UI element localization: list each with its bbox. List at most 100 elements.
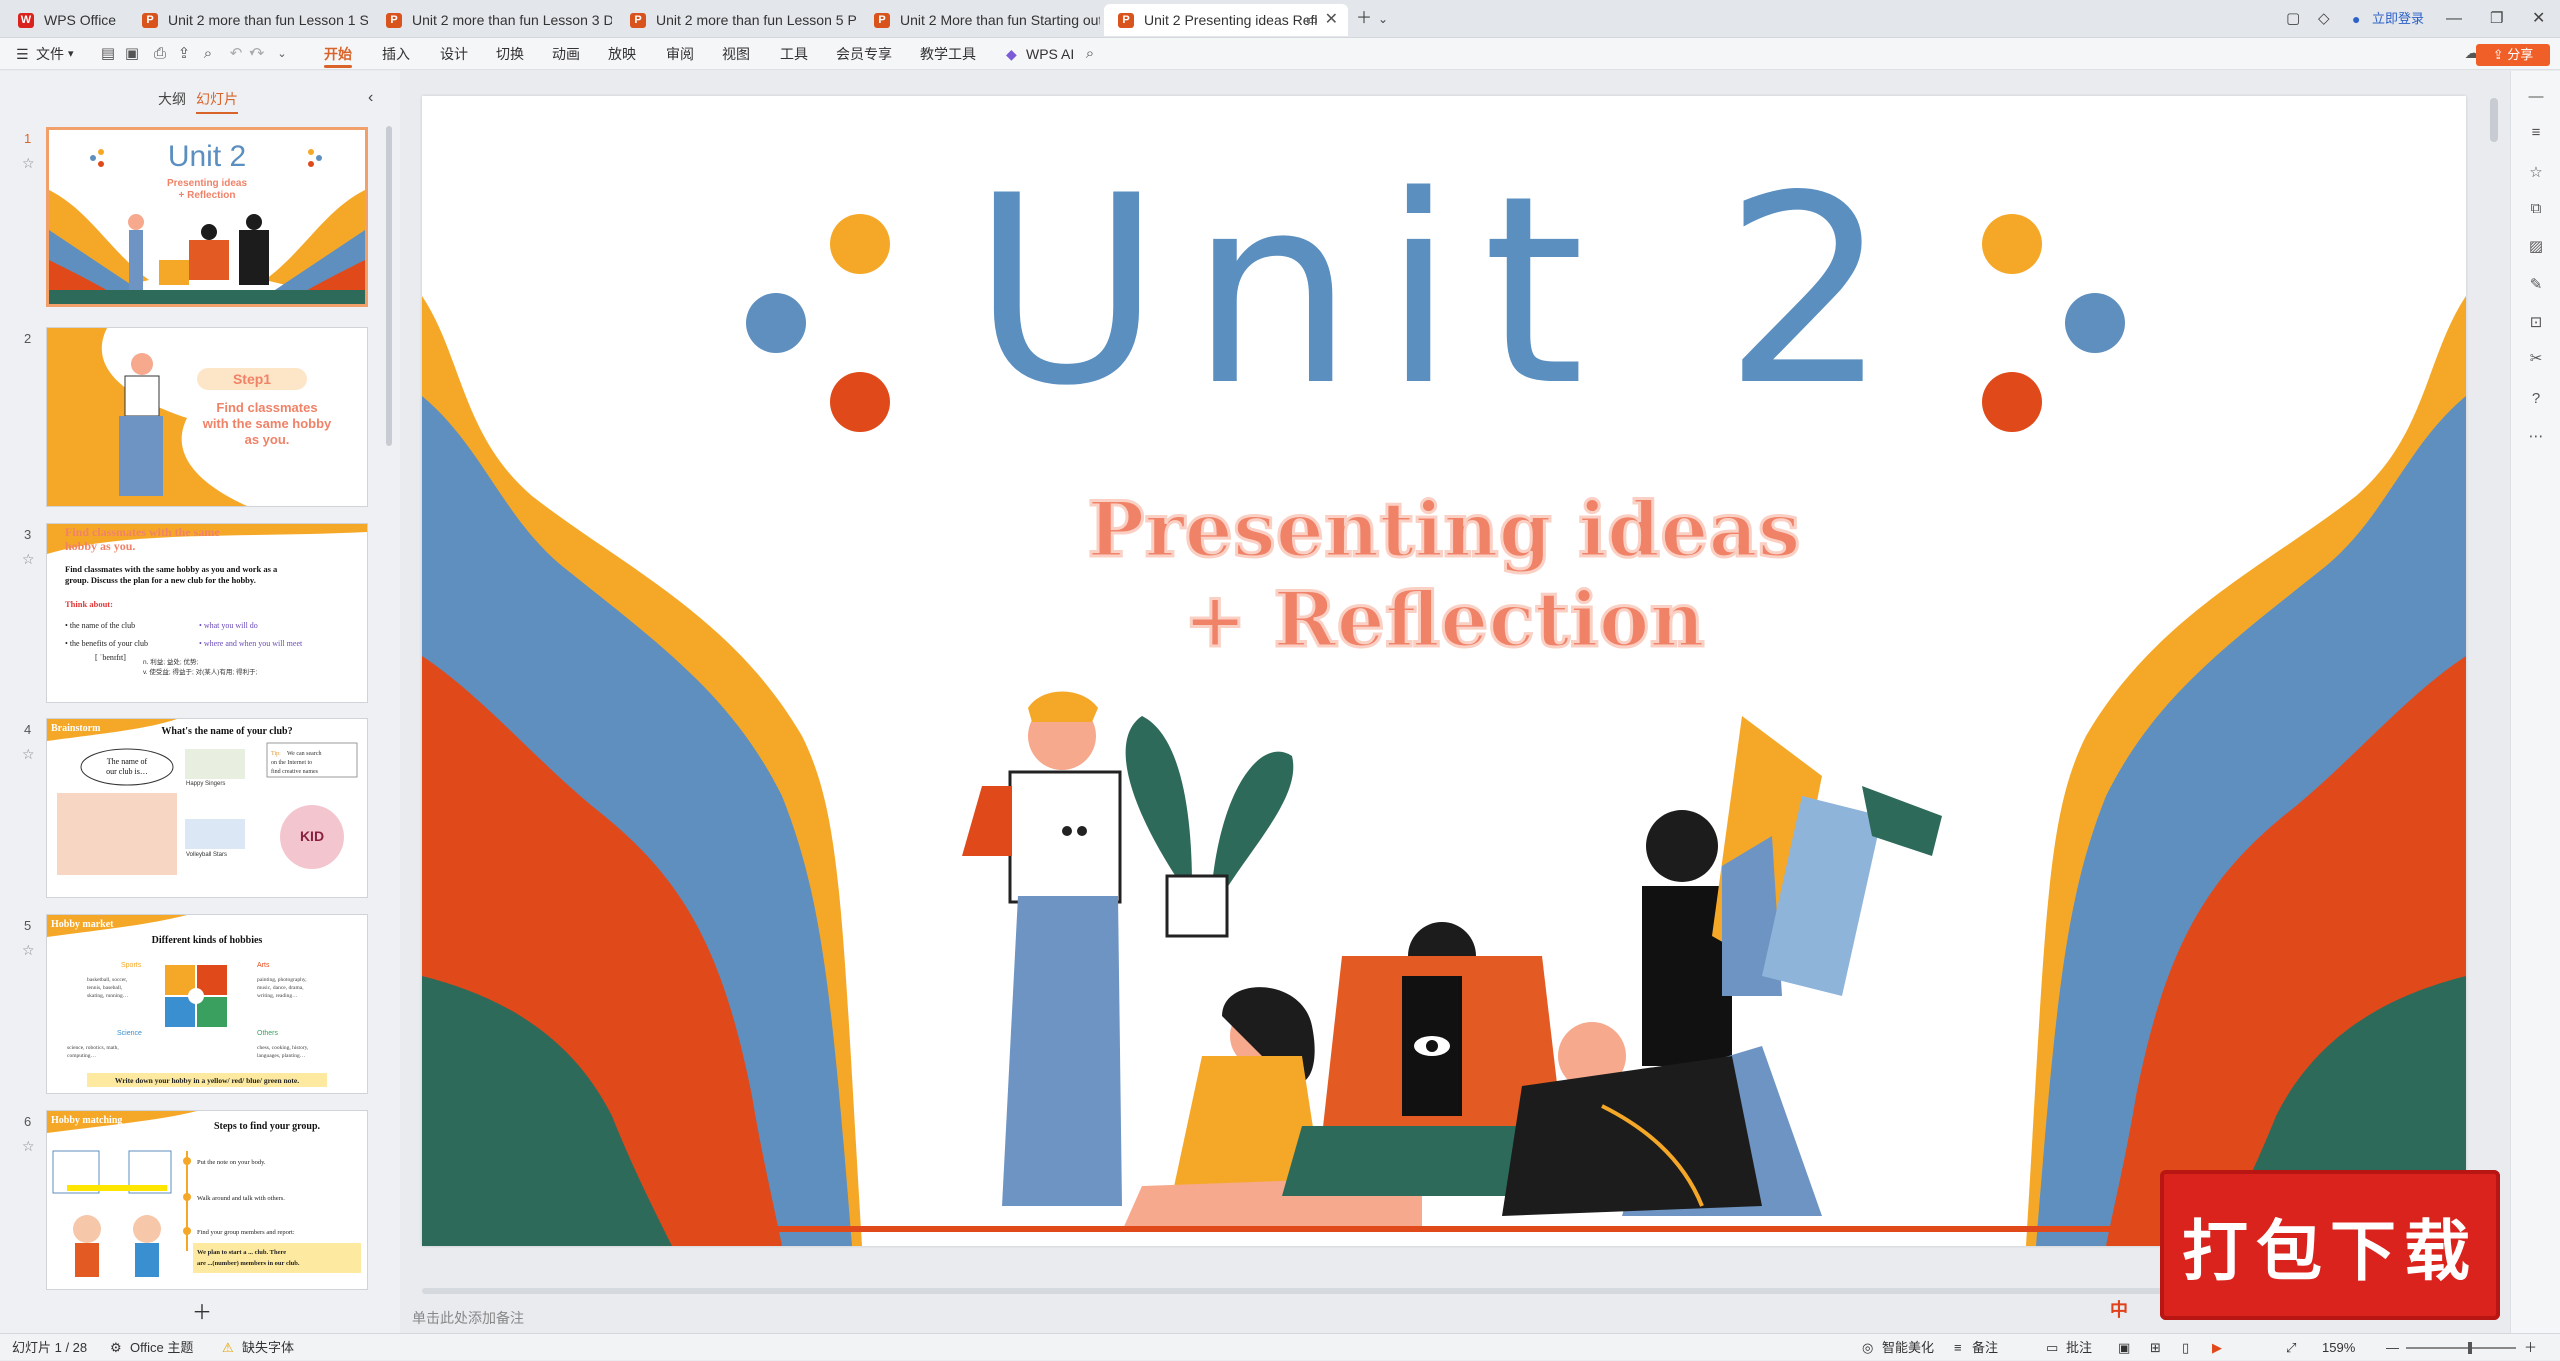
beautify-button[interactable]: 智能美化 <box>1882 1334 1934 1361</box>
layout-icon[interactable]: ▢ <box>2286 8 2300 30</box>
slide-art: Unit 2 Presenting ideas + Reflection <box>422 96 2466 1246</box>
menu-transition[interactable]: 切换 <box>496 38 524 70</box>
menu-slideshow[interactable]: 放映 <box>608 38 636 70</box>
menu-member[interactable]: 会员专享 <box>836 38 892 70</box>
zoom-out-icon[interactable]: — <box>2386 1334 2399 1361</box>
slide-thumbnail-1[interactable]: 1 ☆ Unit 2 Presenting ideas + Reflection <box>0 127 390 307</box>
pin-window-icon[interactable]: ▭ <box>1306 4 1318 36</box>
tab-document-2[interactable]: P Unit 2 more than fun Lesson 3 De <box>372 4 612 36</box>
reading-view-icon[interactable]: ▯ <box>2182 1334 2189 1361</box>
minimize-icon[interactable]: — <box>2446 8 2462 30</box>
save-icon[interactable]: ▤ <box>98 44 118 64</box>
zoom-in-icon[interactable]: ＋ <box>2524 1334 2537 1361</box>
minus-icon[interactable]: — <box>2526 87 2546 107</box>
new-tab-icon[interactable]: ＋ <box>1356 8 1372 30</box>
star-icon[interactable]: ☆ <box>22 155 35 172</box>
tab-slides[interactable]: 幻灯片 <box>196 89 238 114</box>
more-chevron-icon[interactable]: ⌄ <box>272 44 292 64</box>
tab-document-3[interactable]: P Unit 2 more than fun Lesson 5 Pre <box>616 4 856 36</box>
collapse-panel-icon[interactable]: ‹ <box>368 89 373 107</box>
theme-label[interactable]: Office 主题 <box>130 1334 193 1361</box>
cube-icon[interactable]: ◇ <box>2318 8 2330 30</box>
star-icon[interactable]: ☆ <box>22 942 35 959</box>
print-preview-icon[interactable]: ⌕ <box>198 44 218 64</box>
slide-thumbnail-6[interactable]: 6 ☆ Hobby matching Steps to find your gr… <box>0 1110 390 1290</box>
thumb-4-c2: Volleyball Stars <box>186 852 227 858</box>
menu-insert[interactable]: 插入 <box>382 38 410 70</box>
tab-outline[interactable]: 大纲 <box>158 89 186 109</box>
menu-review[interactable]: 审阅 <box>666 38 694 70</box>
menu-home[interactable]: 开始 <box>324 38 352 70</box>
more-icon[interactable]: ⋯ <box>2526 427 2546 447</box>
download-badge[interactable]: 打包下载 <box>2160 1170 2500 1320</box>
share-button[interactable]: ⇪ 分享 <box>2476 44 2550 66</box>
slide-thumbnail-5[interactable]: 5 ☆ Hobby market Different kinds of hobb… <box>0 914 390 1094</box>
thumb-5-tag: Hobby market <box>51 919 114 930</box>
vertical-scrollbar[interactable] <box>2490 98 2498 142</box>
normal-view-icon[interactable]: ▣ <box>2118 1334 2130 1361</box>
sliders-icon[interactable]: ≡ <box>2526 123 2546 143</box>
save-as-icon[interactable]: ▣ <box>122 44 142 64</box>
slide-thumbnail-2[interactable]: 2 Step1 Find classmates with the same ho… <box>0 327 390 507</box>
export-icon[interactable]: ⇪ <box>174 44 194 64</box>
search-icon[interactable]: ⌕ <box>1080 44 1100 64</box>
close-window-icon[interactable]: ✕ <box>2532 8 2545 30</box>
tab-bar: W WPS Office P Unit 2 more than fun Less… <box>0 0 2560 38</box>
user-avatar-icon[interactable]: ● <box>2352 8 2360 30</box>
zoom-level[interactable]: 159% <box>2322 1334 2355 1361</box>
fit-icon[interactable]: ⤢ <box>2286 1334 2296 1361</box>
copy-icon[interactable]: ⧉ <box>2526 199 2546 219</box>
thumb-canvas: Hobby matching Steps to find your group.… <box>46 1110 368 1290</box>
menu-design[interactable]: 设计 <box>440 38 468 70</box>
help-icon[interactable]: ? <box>2526 389 2546 409</box>
close-tab-icon[interactable]: ✕ <box>1325 4 1338 36</box>
menu-teaching-tools[interactable]: 教学工具 <box>920 38 976 70</box>
panel-scrollbar[interactable] <box>386 126 392 446</box>
maximize-icon[interactable]: ❐ <box>2490 8 2503 30</box>
svg-text:languages, planting…: languages, planting… <box>257 1053 305 1059</box>
horizontal-scrollbar[interactable] <box>422 1288 2342 1294</box>
print-icon[interactable]: ⎙ <box>150 44 170 64</box>
dot-red-left <box>830 372 890 432</box>
thumb-2-step: Step1 <box>233 371 271 387</box>
tab-document-active[interactable]: P Unit 2 Presenting ideas Refl ▭ ✕ <box>1104 4 1348 36</box>
slide-thumbnail-3[interactable]: 3 ☆ Find classmates with the same hobby … <box>0 523 390 703</box>
star-icon[interactable]: ☆ <box>22 746 35 763</box>
slide-canvas[interactable]: Unit 2 Presenting ideas + Reflection <box>422 96 2466 1246</box>
image-icon[interactable]: ▨ <box>2526 237 2546 257</box>
play-icon[interactable]: ▶ <box>2212 1334 2222 1361</box>
add-slide-icon[interactable]: ＋ <box>192 1296 212 1325</box>
file-menu[interactable]: 文件 <box>36 38 64 70</box>
dot-yellow-left <box>830 214 890 274</box>
tab-label: Unit 2 Presenting ideas Refl <box>1144 12 1318 28</box>
login-link[interactable]: 立即登录 <box>2372 8 2424 30</box>
notes-placeholder[interactable]: 单击此处添加备注 <box>412 1308 524 1328</box>
star-icon[interactable]: ☆ <box>22 1138 35 1155</box>
slide-thumbnail-4[interactable]: 4 ☆ Brainstorm What's the name of your c… <box>0 718 390 898</box>
notes-button[interactable]: 备注 <box>1972 1334 1998 1361</box>
tools-icon[interactable]: ✂ <box>2526 349 2546 369</box>
zoom-slider[interactable] <box>2406 1347 2516 1349</box>
star-icon[interactable]: ☆ <box>2526 163 2546 183</box>
file-chevron-icon[interactable]: ▾ <box>68 38 74 70</box>
tab-list-chevron-icon[interactable]: ⌄ <box>1378 8 1388 30</box>
menu-view[interactable]: 视图 <box>722 38 750 70</box>
missing-font[interactable]: 缺失字体 <box>242 1334 294 1361</box>
magic-icon[interactable]: ✎ <box>2526 275 2546 295</box>
tab-document-1[interactable]: P Unit 2 more than fun Lesson 1 Sta <box>128 4 368 36</box>
bookmark-icon[interactable]: ⊡ <box>2526 313 2546 333</box>
hamburger-menu-icon[interactable]: ☰ <box>16 38 29 70</box>
menu-animation[interactable]: 动画 <box>552 38 580 70</box>
sorter-view-icon[interactable]: ⊞ <box>2150 1334 2161 1361</box>
comment-button[interactable]: 批注 <box>2066 1334 2092 1361</box>
tab-document-4[interactable]: P Unit 2 More than fun Starting out <box>860 4 1100 36</box>
wps-ai-button[interactable]: WPS AI <box>1026 38 1074 70</box>
menu-tools[interactable]: 工具 <box>780 38 808 70</box>
status-bar: 幻灯片 1 / 28 ⚙ Office 主题 ⚠ 缺失字体 ◎ 智能美化 ≡ 备… <box>0 1333 2560 1360</box>
svg-text:• where and when you will meet: • where and when you will meet <box>199 639 303 648</box>
star-icon[interactable]: ☆ <box>22 551 35 568</box>
zoom-slider-thumb[interactable] <box>2468 1342 2472 1354</box>
tab-wps-office[interactable]: W WPS Office <box>4 4 124 36</box>
redo-icon[interactable]: ↷ <box>248 44 268 64</box>
svg-text:KID: KID <box>300 828 324 844</box>
